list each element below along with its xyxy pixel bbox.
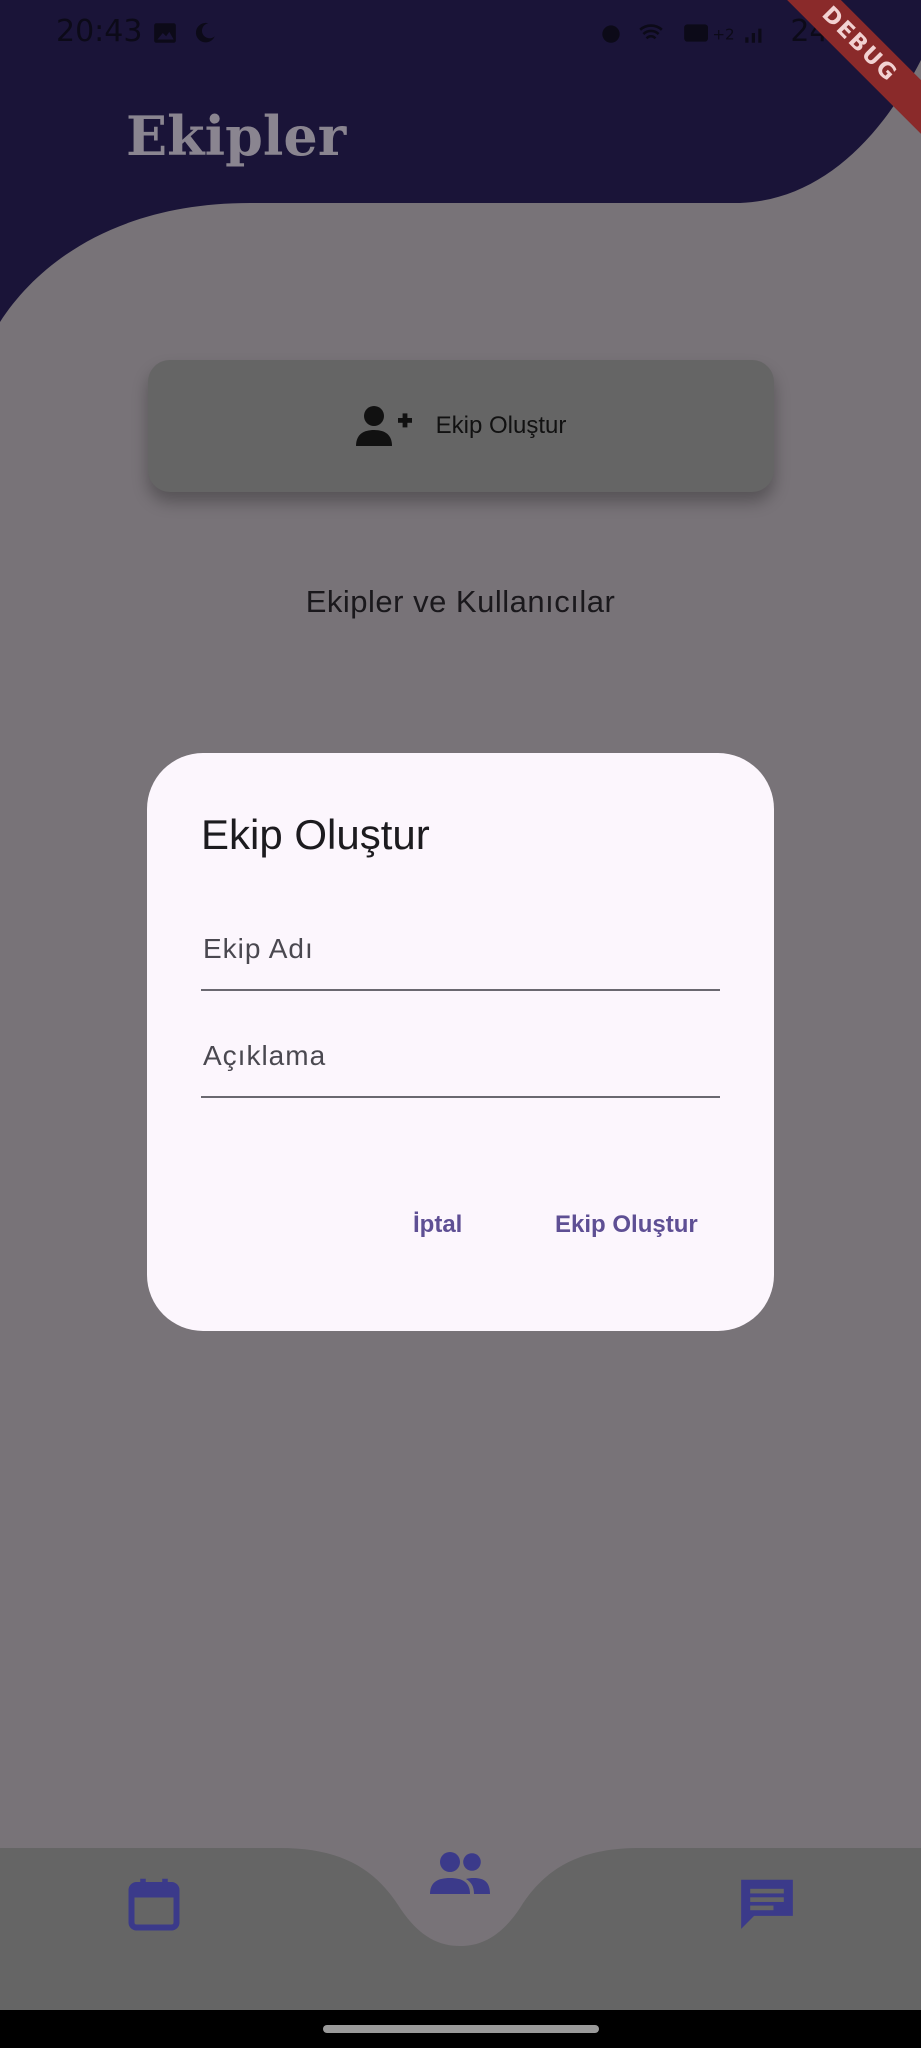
dialog-title: Ekip Oluştur [201,811,430,858]
moon-icon [195,22,215,43]
svg-text:+2: +2 [712,26,734,44]
status-bar: 20:43 +2 24% [0,0,921,68]
team-name-label: Ekip Adı [203,933,314,964]
create-team-button-label: Ekip Oluştur [435,412,567,439]
cancel-button[interactable]: İptal [413,1211,462,1239]
signal-icon [745,28,762,43]
confirm-create-button[interactable]: Ekip Oluştur [555,1211,698,1239]
description-field[interactable]: Açıklama [201,1040,720,1098]
group-icon[interactable] [428,1850,492,1898]
create-team-button[interactable]: Ekip Oluştur [148,360,774,492]
home-indicator[interactable] [323,2025,599,2033]
alarm-icon [602,25,620,43]
section-title: Ekipler ve Kullanıcılar [305,584,616,619]
calendar-icon[interactable] [124,1874,184,1936]
page-title: Ekipler [126,104,347,168]
chat-icon[interactable] [736,1872,798,1934]
create-team-dialog: Ekip Oluştur Ekip Adı Açıklama İptal Eki… [147,753,774,1331]
wifi-icon [639,24,663,40]
status-time: 20:43 [56,14,143,49]
description-label: Açıklama [203,1040,327,1071]
hd-signal-icon: +2 [684,24,735,44]
team-name-field[interactable]: Ekip Adı [201,933,720,991]
person-add-icon [355,406,412,446]
gallery-icon [154,23,176,43]
